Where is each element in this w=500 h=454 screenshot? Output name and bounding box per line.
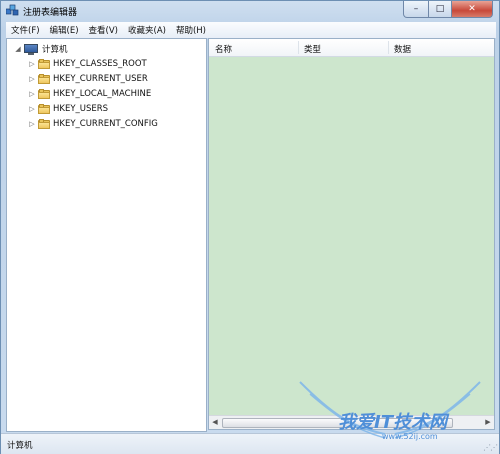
menu-edit[interactable]: 编辑(E) [45,24,84,36]
close-button[interactable]: ✕ [452,1,493,18]
tree-node-label: HKEY_USERS [53,104,109,114]
tree-node-label: HKEY_CLASSES_ROOT [53,59,147,69]
menu-help[interactable]: 帮助(H) [171,24,211,36]
tree-node-hkey-classes-root[interactable]: ▷ HKEY_CLASSES_ROOT [27,57,147,71]
status-path: 计算机 [7,441,33,451]
tree-node-hkey-users[interactable]: ▷ HKEY_USERS [27,102,108,116]
watermark-text: 我爱IT技术网 [338,412,447,433]
expand-arrow-icon[interactable]: ▷ [27,120,37,128]
maximize-icon: □ [435,4,445,14]
close-icon: ✕ [468,4,476,14]
tree-node-label: 计算机 [42,45,68,55]
registry-tree[interactable]: ◢ 计算机 ▷ HKEY_CLASSES_ROOT ▷ HKEY_CURRENT… [6,38,207,432]
watermark-url: www.52ij.com [382,432,438,441]
title-bar[interactable]: 注册表编辑器 – □ ✕ [1,1,499,21]
folder-icon [38,119,50,129]
expand-arrow-icon[interactable]: ▷ [27,90,37,98]
column-header-data[interactable]: 数据 [394,43,411,55]
menu-file[interactable]: 文件(F) [6,24,45,36]
minimize-button[interactable]: – [403,1,429,18]
folder-icon [38,59,50,69]
menu-view[interactable]: 查看(V) [84,24,123,36]
menu-favorites[interactable]: 收藏夹(A) [123,24,171,36]
scroll-left-icon[interactable]: ◀ [210,418,220,427]
column-header-name[interactable]: 名称 [215,43,232,55]
registry-editor-icon [6,4,19,16]
menu-bar: 文件(F) 编辑(E) 查看(V) 收藏夹(A) 帮助(H) [6,22,496,38]
tree-node-label: HKEY_CURRENT_USER [53,74,148,84]
tree-node-hkey-local-machine[interactable]: ▷ HKEY_LOCAL_MACHINE [27,87,151,101]
minimize-icon: – [413,4,419,14]
tree-node-hkey-current-user[interactable]: ▷ HKEY_CURRENT_USER [27,72,148,86]
window-controls: – □ ✕ [403,1,493,19]
tree-node-label: HKEY_LOCAL_MACHINE [53,89,152,99]
tree-node-label: HKEY_CURRENT_CONFIG [53,119,158,129]
computer-icon [24,43,38,55]
expand-arrow-icon[interactable]: ▷ [27,75,37,83]
collapse-arrow-icon[interactable]: ◢ [13,45,23,53]
window-title: 注册表编辑器 [23,8,78,18]
column-divider[interactable] [298,41,299,54]
folder-icon [38,104,50,114]
list-header: 名称 类型 数据 [209,39,494,57]
maximize-button[interactable]: □ [429,1,452,18]
column-divider[interactable] [388,41,389,54]
folder-icon [38,89,50,99]
column-header-type[interactable]: 类型 [304,43,321,55]
folder-icon [38,74,50,84]
expand-arrow-icon[interactable]: ▷ [27,105,37,113]
tree-node-hkey-current-config[interactable]: ▷ HKEY_CURRENT_CONFIG [27,117,158,131]
expand-arrow-icon[interactable]: ▷ [27,60,37,68]
tree-node-computer[interactable]: ◢ 计算机 [13,42,68,56]
